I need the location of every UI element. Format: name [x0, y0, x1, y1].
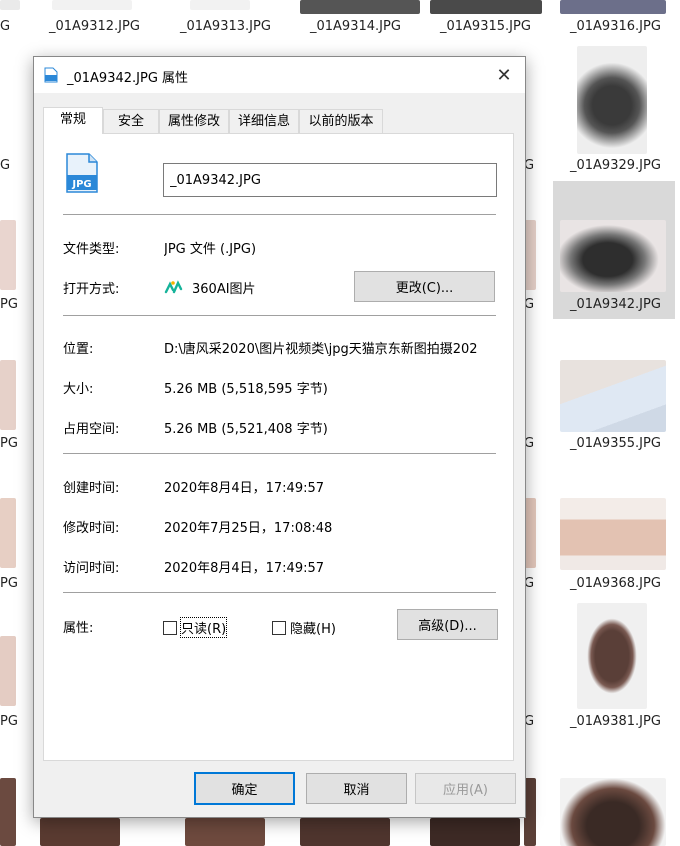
- file-label: _01A9312.JPG: [49, 19, 140, 34]
- thumbnail[interactable]: [560, 360, 666, 432]
- checkbox-box[interactable]: [272, 620, 286, 635]
- thumbnail[interactable]: [560, 498, 666, 570]
- app-icon: [164, 280, 183, 294]
- thumbnail[interactable]: [185, 818, 265, 846]
- thumbnail[interactable]: [300, 818, 390, 846]
- modified-value: 2020年7月25日，17:08:48: [164, 521, 333, 536]
- location-value: D:\唐风采2020\图片视频类\jpg天猫京东新图拍摄202: [164, 342, 478, 357]
- open-with-label: 打开方式:: [63, 282, 120, 297]
- divider: [63, 214, 496, 215]
- attributes-label: 属性:: [63, 621, 94, 636]
- thumbnail[interactable]: [0, 360, 16, 430]
- file-name-input[interactable]: [163, 163, 497, 197]
- checkbox-box[interactable]: [163, 620, 177, 635]
- thumbnail[interactable]: [0, 778, 16, 846]
- thumbnail[interactable]: [560, 0, 666, 14]
- hidden-checkbox[interactable]: 隐藏(H): [272, 618, 336, 637]
- created-value: 2020年8月4日，17:49:57: [164, 481, 325, 496]
- tab-details[interactable]: 详细信息: [229, 109, 299, 133]
- file-label: _01A9329.JPG: [570, 158, 661, 173]
- title-bar[interactable]: _01A9342.JPG 属性 ✕: [34, 57, 525, 93]
- disk-size-value: 5.26 MB (5,521,408 字节): [164, 422, 328, 437]
- thumbnail[interactable]: [560, 220, 666, 292]
- thumbnail[interactable]: [577, 46, 647, 154]
- file-label: PG: [0, 714, 18, 729]
- file-type-label: 文件类型:: [63, 242, 120, 257]
- readonly-checkbox[interactable]: 只读(R): [163, 617, 228, 638]
- thumbnail[interactable]: [430, 818, 520, 846]
- file-icon-label: JPG: [71, 179, 91, 190]
- apply-button[interactable]: 应用(A): [415, 773, 516, 804]
- thumbnail[interactable]: [430, 0, 542, 14]
- file-label: _01A9315.JPG: [440, 19, 531, 34]
- advanced-button[interactable]: 高级(D)...: [397, 609, 498, 640]
- file-label: _01A9355.JPG: [570, 436, 661, 451]
- file-label: _01A9313.JPG: [180, 19, 271, 34]
- file-label: PG: [0, 576, 18, 591]
- jpg-file-icon: JPG: [66, 153, 98, 193]
- jpg-file-icon: [44, 67, 58, 83]
- file-label: PG: [0, 436, 18, 451]
- thumbnail[interactable]: [190, 0, 250, 10]
- readonly-label: 只读(R): [179, 617, 228, 638]
- location-label: 位置:: [63, 342, 94, 357]
- accessed-label: 访问时间:: [63, 561, 120, 576]
- file-type-value: JPG 文件 (.JPG): [164, 242, 257, 257]
- tab-attribute-modify[interactable]: 属性修改: [159, 109, 229, 133]
- thumbnail[interactable]: [0, 220, 16, 290]
- divider: [63, 592, 496, 593]
- thumbnail[interactable]: [52, 0, 132, 10]
- file-label: _01A9368.JPG: [570, 576, 661, 591]
- accessed-value: 2020年8月4日，17:49:57: [164, 561, 325, 576]
- general-panel: JPG 文件类型: JPG 文件 (.JPG) 打开方式: 360AI图片 更改…: [43, 133, 514, 761]
- file-label: G: [0, 158, 11, 173]
- open-with-value: 360AI图片: [192, 282, 256, 297]
- thumbnail[interactable]: [560, 778, 666, 846]
- thumbnail[interactable]: [40, 818, 120, 846]
- file-label: PG: [0, 297, 18, 312]
- size-value: 5.26 MB (5,518,595 字节): [164, 382, 328, 397]
- thumbnail[interactable]: [300, 0, 420, 14]
- disk-size-label: 占用空间:: [63, 422, 120, 437]
- divider: [63, 453, 496, 454]
- thumbnail[interactable]: [0, 498, 16, 568]
- hidden-label: 隐藏(H): [290, 622, 336, 637]
- ok-button[interactable]: 确定: [194, 772, 295, 805]
- close-button[interactable]: ✕: [483, 57, 525, 93]
- file-label: _01A9342.JPG: [570, 297, 661, 312]
- thumbnail[interactable]: [577, 603, 647, 709]
- cancel-button[interactable]: 取消: [306, 773, 407, 804]
- file-label: G: [0, 19, 11, 34]
- thumbnail[interactable]: [0, 0, 20, 10]
- file-label: _01A9381.JPG: [570, 714, 661, 729]
- dialog-title: _01A9342.JPG 属性: [67, 71, 189, 86]
- modified-label: 修改时间:: [63, 521, 120, 536]
- tab-previous-versions[interactable]: 以前的版本: [299, 109, 383, 133]
- divider: [63, 315, 496, 316]
- tab-security[interactable]: 安全: [103, 109, 159, 133]
- file-label: _01A9316.JPG: [570, 19, 661, 34]
- properties-dialog: _01A9342.JPG 属性 ✕ 常规 安全 属性修改 详细信息 以前的版本 …: [33, 56, 526, 818]
- file-label: _01A9314.JPG: [310, 19, 401, 34]
- size-label: 大小:: [63, 382, 94, 397]
- thumbnail[interactable]: [0, 636, 16, 706]
- created-label: 创建时间:: [63, 481, 120, 496]
- change-button[interactable]: 更改(C)...: [354, 271, 495, 302]
- tab-general[interactable]: 常规: [43, 107, 103, 134]
